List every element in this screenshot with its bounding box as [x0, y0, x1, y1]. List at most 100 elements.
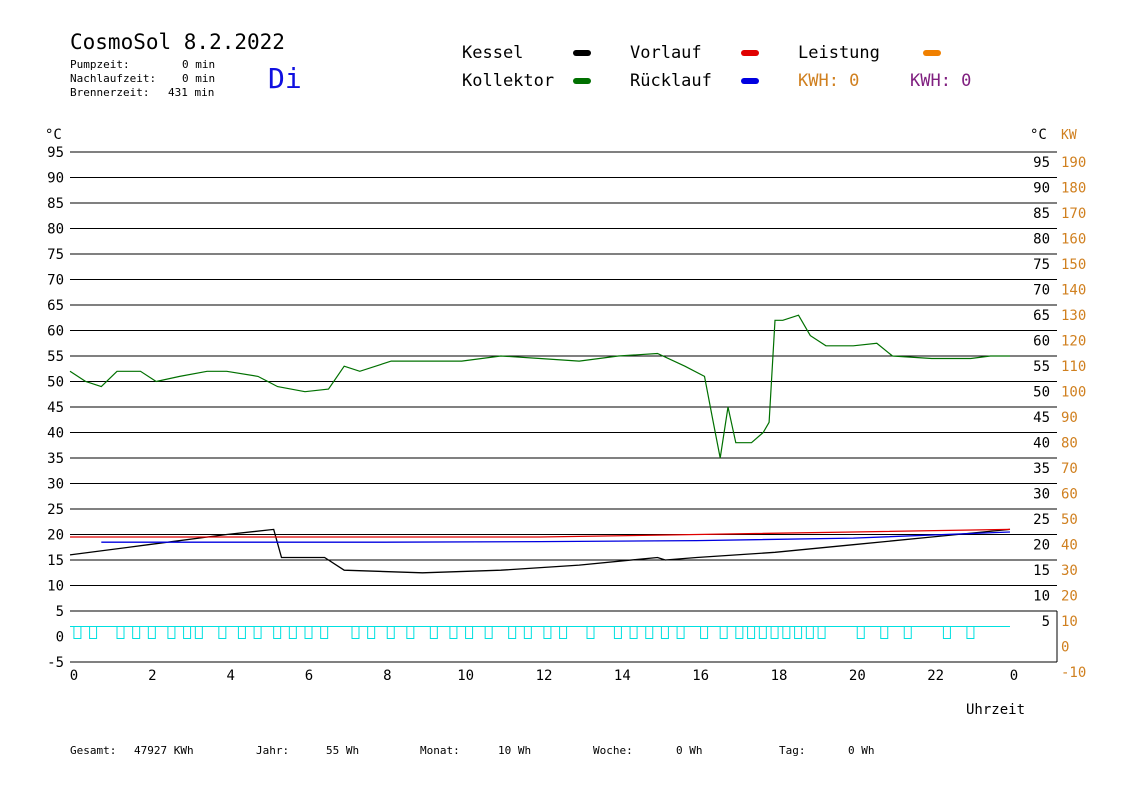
x-tick-label: 20	[849, 668, 866, 684]
series-vorlauf-line	[70, 528, 1011, 538]
leistung-pulse	[660, 626, 669, 639]
y-tick-label-left: 70	[47, 273, 64, 289]
y-tick-label-kw: 150	[1061, 257, 1086, 273]
y-tick-label-right: 75	[1033, 257, 1050, 273]
footer-jahr-label: Jahr:	[256, 744, 290, 757]
y-tick-label-kw: 100	[1061, 385, 1086, 401]
y-tick-label-kw: 0	[1061, 640, 1069, 656]
leistung-pulse	[194, 626, 203, 639]
x-tick-label: 16	[692, 668, 709, 684]
leistung-pulse	[320, 626, 329, 639]
y-axis-unit-right: °C	[1030, 127, 1047, 143]
y-tick-label-left: 0	[56, 630, 64, 646]
leistung-pulse	[351, 626, 360, 639]
leistung-pulse	[629, 626, 638, 639]
x-tick-label: 10	[457, 668, 474, 684]
leistung-pulse	[700, 626, 709, 639]
leistung-pulse	[942, 626, 951, 639]
y-tick-label-right: 55	[1033, 359, 1050, 375]
y-tick-label-right: 60	[1033, 334, 1050, 350]
y-tick-label-right: 15	[1033, 563, 1050, 579]
y-tick-label-right: 50	[1033, 385, 1050, 401]
leistung-pulse	[758, 626, 767, 639]
y-tick-label-kw: 30	[1061, 563, 1078, 579]
x-axis-label: Uhrzeit	[966, 702, 1025, 718]
leistung-pulse	[880, 626, 889, 639]
leistung-pulse	[484, 626, 493, 639]
leistung-pulse	[747, 626, 756, 639]
footer-monat-label: Monat:	[420, 744, 460, 757]
leistung-pulse	[89, 626, 98, 639]
footer-jahr-value: 55 Wh	[326, 744, 360, 757]
y-tick-label-right: 20	[1033, 538, 1050, 554]
leistung-pulse	[273, 626, 282, 639]
leistung-pulse	[794, 626, 803, 639]
y-tick-label-right: 70	[1033, 283, 1050, 299]
footer-woche-label: Woche:	[593, 744, 633, 757]
y-tick-label-left: 50	[47, 375, 64, 391]
leistung-pulse	[304, 626, 313, 639]
leistung-pulse	[429, 626, 438, 639]
y-tick-label-left: 15	[47, 553, 64, 569]
y-tick-label-left: 60	[47, 324, 64, 340]
y-tick-label-left: 90	[47, 171, 64, 187]
leistung-pulse	[73, 626, 82, 639]
y-tick-label-kw: 140	[1061, 283, 1086, 299]
leistung-pulse	[147, 626, 156, 639]
leistung-pulse	[770, 626, 779, 639]
y-tick-label-left: 85	[47, 196, 64, 212]
x-tick-label: 22	[927, 668, 944, 684]
footer-gesamt-value: 47927 KWh	[134, 744, 194, 757]
y-tick-label-kw: 20	[1061, 589, 1078, 605]
y-tick-label-left: 95	[47, 145, 64, 161]
leistung-pulse	[386, 626, 395, 639]
y-tick-label-right: 35	[1033, 461, 1050, 477]
y-tick-label-left: 30	[47, 477, 64, 493]
y-tick-label-left: 10	[47, 579, 64, 595]
y-tick-label-kw: 120	[1061, 334, 1086, 350]
y-tick-label-right: 5	[1042, 614, 1050, 630]
y-tick-label-kw: 70	[1061, 461, 1078, 477]
leistung-pulse	[449, 626, 458, 639]
leistung-pulse	[218, 626, 227, 639]
leistung-pulse	[613, 626, 622, 639]
y-tick-label-kw: 10	[1061, 614, 1078, 630]
leistung-pulse	[237, 626, 246, 639]
y-tick-label-kw: 160	[1061, 232, 1086, 248]
y-axis-unit-left: °C	[45, 127, 62, 143]
y-tick-label-right: 65	[1033, 308, 1050, 324]
footer-woche-value: 0 Wh	[676, 744, 703, 757]
y-tick-label-left: 35	[47, 451, 64, 467]
temperature-chart: °C95908580757065605550454035302520151050…	[45, 127, 1086, 718]
leistung-pulse	[543, 626, 552, 639]
y-tick-label-kw: 180	[1061, 181, 1086, 197]
leistung-pulse	[523, 626, 532, 639]
x-tick-label: 4	[226, 668, 234, 684]
leistung-pulse	[288, 626, 297, 639]
footer-tag-value: 0 Wh	[848, 744, 875, 757]
leistung-pulse	[406, 626, 415, 639]
x-tick-label: 6	[305, 668, 313, 684]
y-tick-label-left: 40	[47, 426, 64, 442]
y-tick-label-left: 75	[47, 247, 64, 263]
leistung-pulse	[817, 626, 826, 639]
leistung-pulse	[132, 626, 141, 639]
leistung-pulse	[465, 626, 474, 639]
x-tick-label: 12	[536, 668, 553, 684]
y-tick-label-kw: 110	[1061, 359, 1086, 375]
y-tick-label-right: 45	[1033, 410, 1050, 426]
y-tick-label-left: 80	[47, 222, 64, 238]
y-tick-label-right: 10	[1033, 589, 1050, 605]
y-axis-unit-kw: KW	[1061, 128, 1077, 143]
x-tick-label: 14	[614, 668, 631, 684]
y-tick-label-left: 20	[47, 528, 64, 544]
leistung-pulse	[586, 626, 595, 639]
y-tick-label-kw: 80	[1061, 436, 1078, 452]
leistung-pulse	[676, 626, 685, 639]
y-tick-label-kw: 50	[1061, 512, 1078, 528]
y-tick-label-left: 25	[47, 502, 64, 518]
x-tick-label: 2	[148, 668, 156, 684]
leistung-pulse	[903, 626, 912, 639]
y-tick-label-left: 5	[56, 604, 64, 620]
y-tick-label-kw: 90	[1061, 410, 1078, 426]
